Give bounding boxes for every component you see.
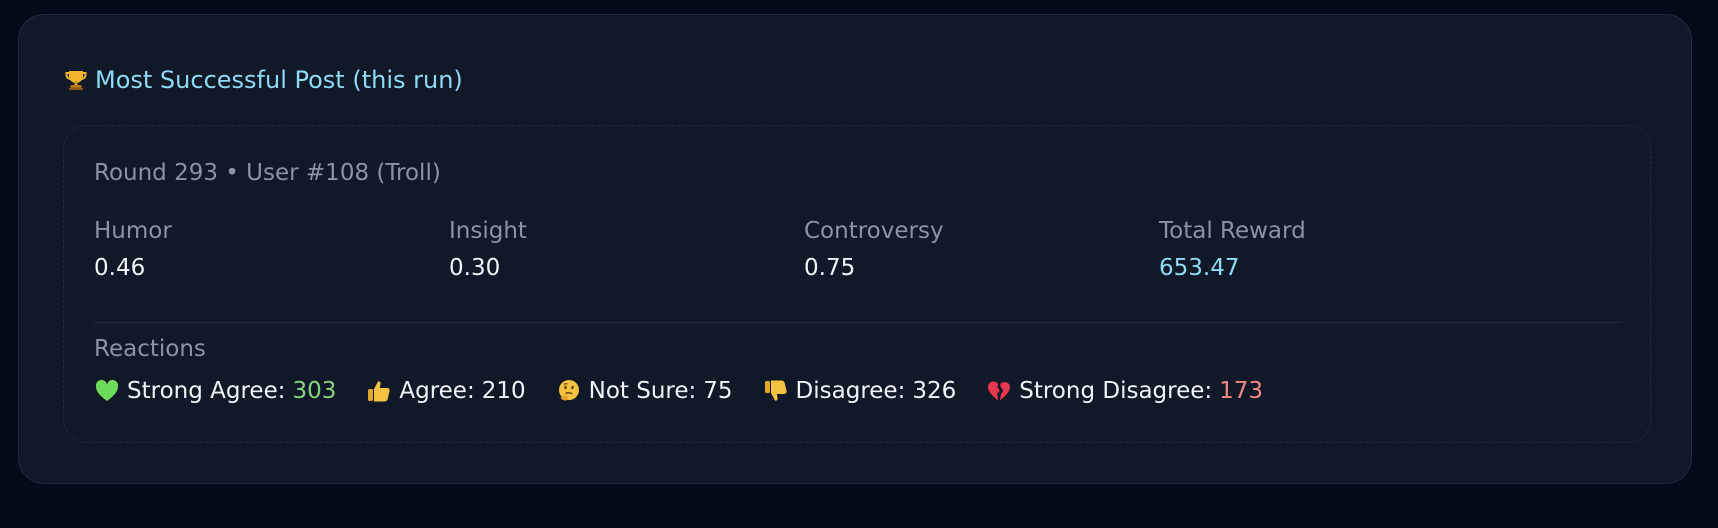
metric-insight: Insight 0.30	[449, 216, 809, 283]
metric-label: Controversy	[804, 218, 944, 244]
reaction-label: Strong Agree:	[127, 378, 286, 404]
thumbs-up-icon	[366, 378, 392, 404]
reactions-label: Reactions	[94, 336, 206, 362]
reactions-row: Strong Agree: 303 Agree: 210 Not Sure: 7…	[94, 374, 1293, 408]
reaction-strong-agree: Strong Agree: 303	[94, 378, 336, 404]
reaction-label: Disagree:	[795, 378, 906, 404]
total-reward-value: 653.47	[1159, 255, 1240, 281]
metric-label: Insight	[449, 218, 527, 244]
reaction-label: Agree:	[399, 378, 475, 404]
reaction-strong-disagree: Strong Disagree: 173	[986, 378, 1263, 404]
reaction-count: 75	[703, 378, 733, 404]
reaction-count: 173	[1219, 378, 1264, 404]
reaction-label: Not Sure:	[588, 378, 697, 404]
thumbs-down-icon	[763, 378, 789, 404]
metric-label: Total Reward	[1159, 218, 1306, 244]
metric-value: 0.75	[804, 255, 856, 281]
reaction-label: Strong Disagree:	[1019, 378, 1213, 404]
post-details-panel: Round 293 • User #108 (Troll) Humor 0.46…	[63, 125, 1651, 443]
metric-value: 0.46	[94, 255, 146, 281]
reaction-agree: Agree: 210	[366, 378, 526, 404]
card-title-text: Most Successful Post (this run)	[95, 66, 463, 94]
divider	[94, 322, 1622, 323]
thinking-face-icon	[556, 378, 582, 404]
reaction-count: 326	[912, 378, 957, 404]
metric-label: Humor	[94, 218, 172, 244]
metric-controversy: Controversy 0.75	[804, 216, 1164, 283]
metric-value: 0.30	[449, 255, 501, 281]
metric-total-reward: Total Reward 653.47	[1159, 216, 1519, 283]
metrics-row: Humor 0.46 Insight 0.30 Controversy 0.75…	[94, 216, 1652, 288]
post-meta: Round 293 • User #108 (Troll)	[94, 160, 441, 186]
reaction-count: 210	[481, 378, 526, 404]
trophy-icon	[63, 67, 89, 93]
broken-heart-icon	[986, 378, 1012, 404]
card-title: Most Successful Post (this run)	[63, 63, 463, 97]
reaction-not-sure: Not Sure: 75	[556, 378, 733, 404]
metric-humor: Humor 0.46	[94, 216, 454, 283]
reaction-disagree: Disagree: 326	[763, 378, 957, 404]
reaction-count: 303	[292, 378, 337, 404]
most-successful-post-card: Most Successful Post (this run) Round 29…	[18, 14, 1692, 484]
green-heart-icon	[94, 378, 120, 404]
